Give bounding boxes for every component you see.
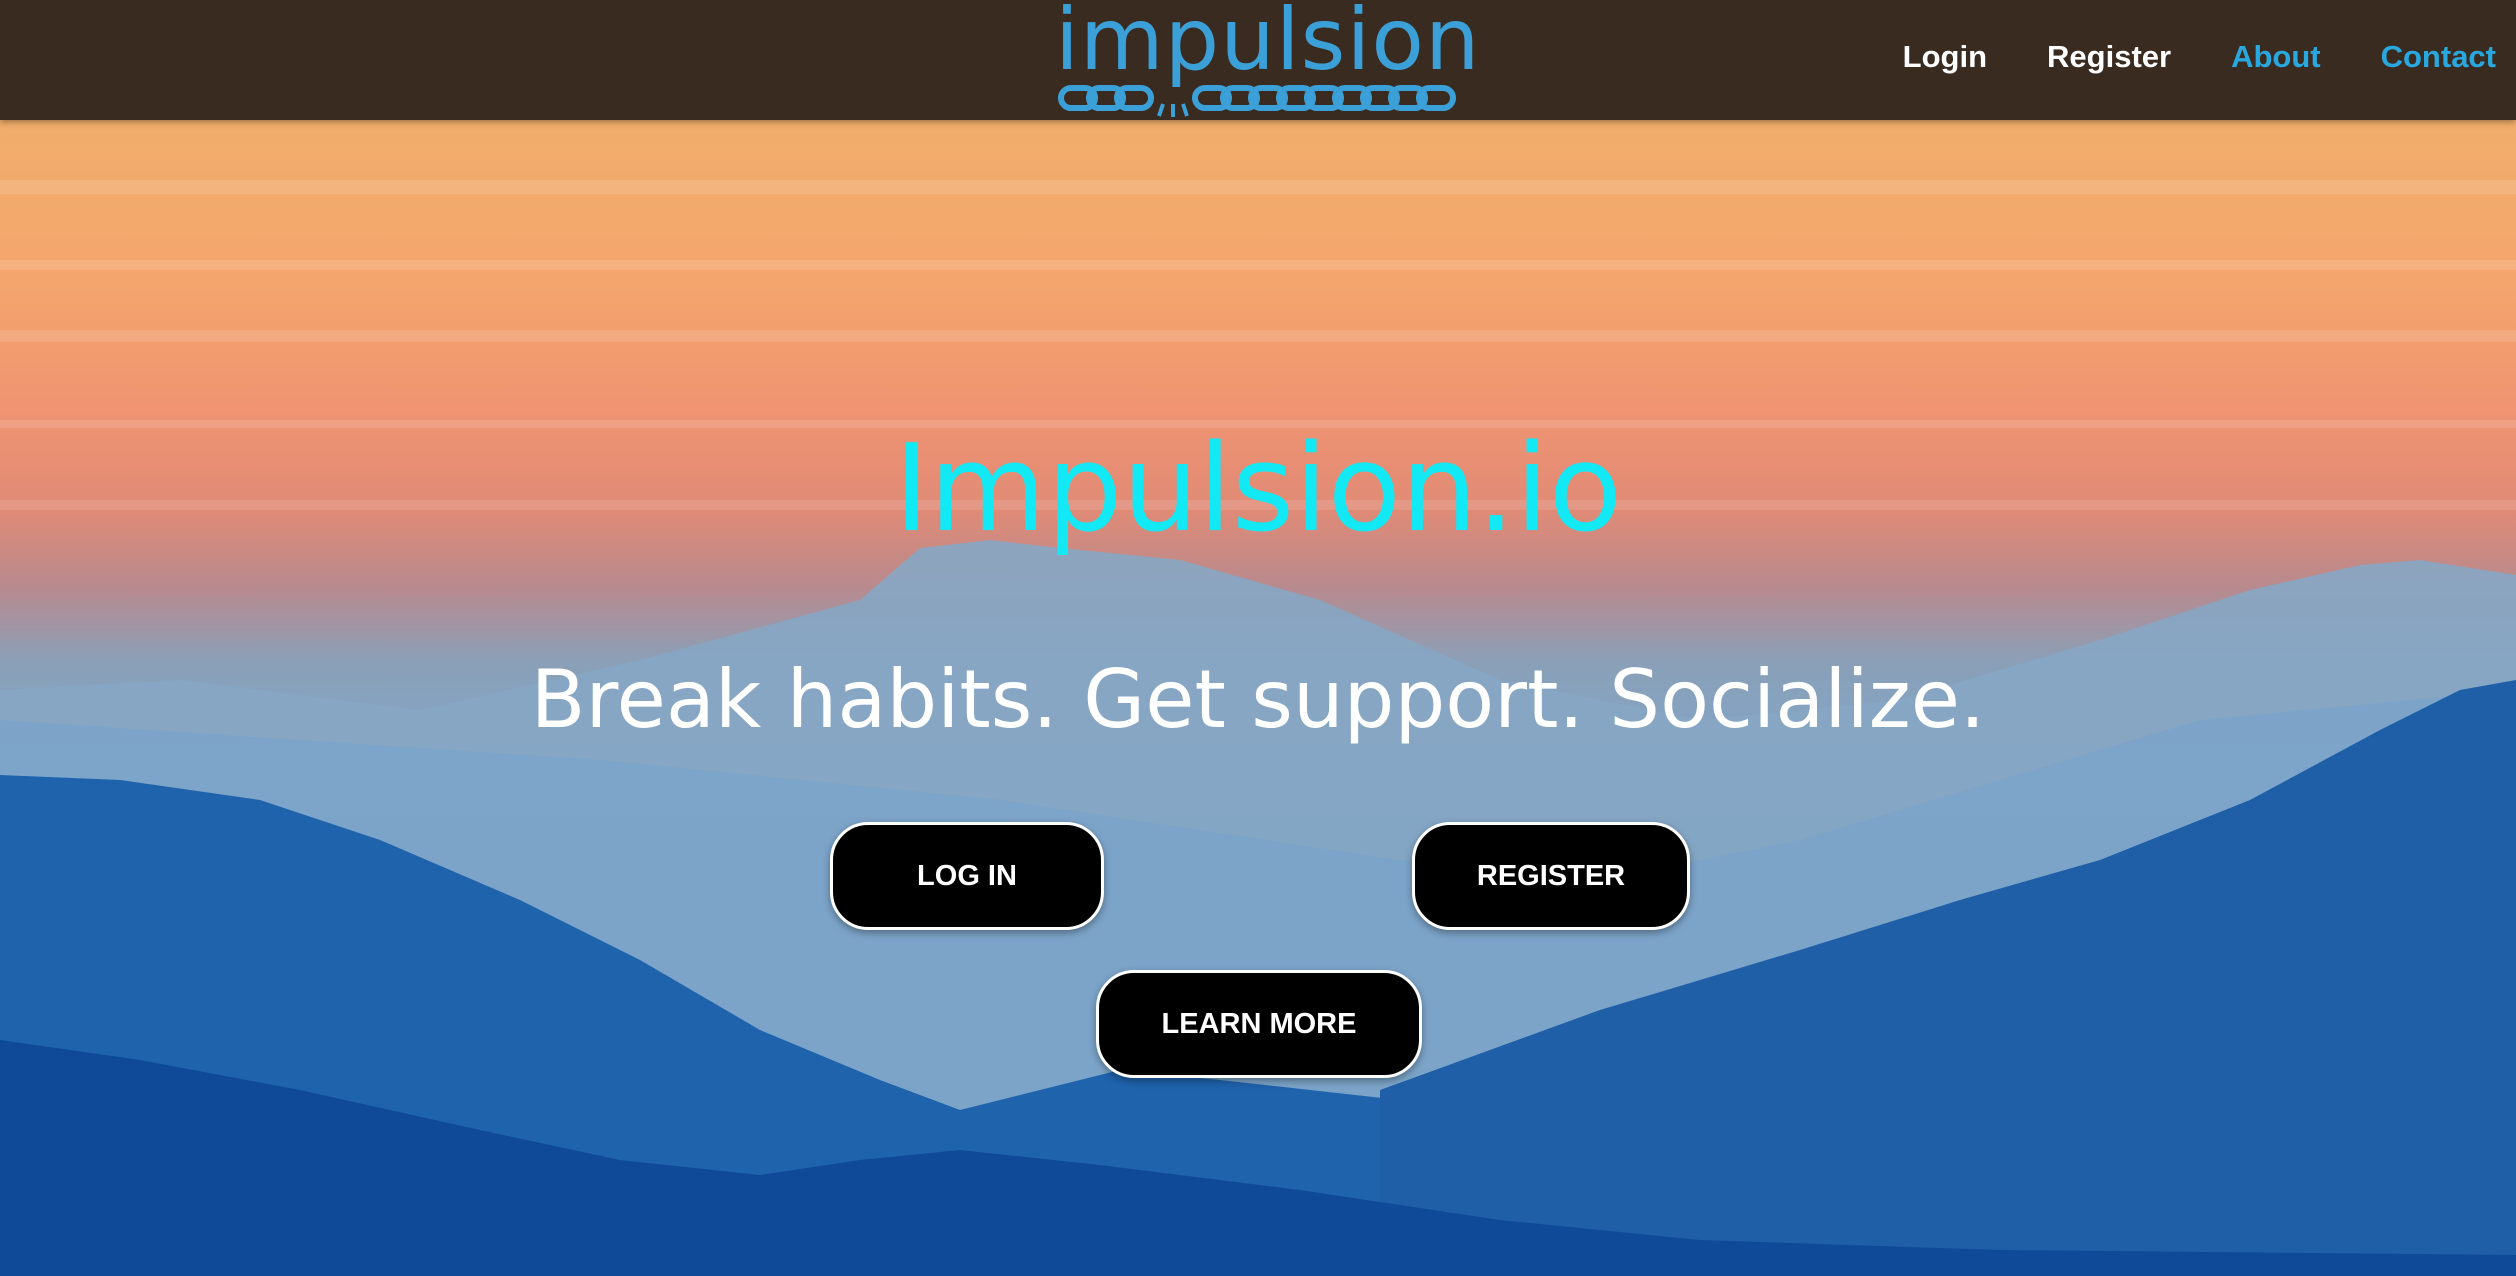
register-button[interactable]: REGISTER — [1412, 822, 1690, 930]
nav-contact-link[interactable]: Contact — [2381, 39, 2496, 75]
hero-tagline: Break habits. Get support. Socialize. — [530, 653, 1986, 746]
logo-wordmark: impulsion — [1055, 0, 1481, 90]
nav-login-link[interactable]: Login — [1903, 39, 1987, 75]
broken-chain-icon — [1058, 85, 1456, 117]
brand-logo[interactable]: impulsion — [1055, 0, 1481, 120]
landing-page: impulsion Login Register About Contact I… — [0, 0, 2516, 1276]
hero-title: Impulsion.io — [893, 420, 1623, 559]
mountain-landscape-image — [0, 180, 2516, 1276]
nav-about-link[interactable]: About — [2231, 39, 2321, 75]
login-button[interactable]: LOG IN — [830, 822, 1104, 930]
nav-register-link[interactable]: Register — [2047, 39, 2171, 75]
hero-background — [0, 0, 2516, 1276]
top-navbar: impulsion Login Register About Contact — [0, 0, 2516, 120]
nav-links: Login Register About Contact — [1843, 0, 2496, 114]
learn-more-button[interactable]: LEARN MORE — [1096, 970, 1422, 1078]
